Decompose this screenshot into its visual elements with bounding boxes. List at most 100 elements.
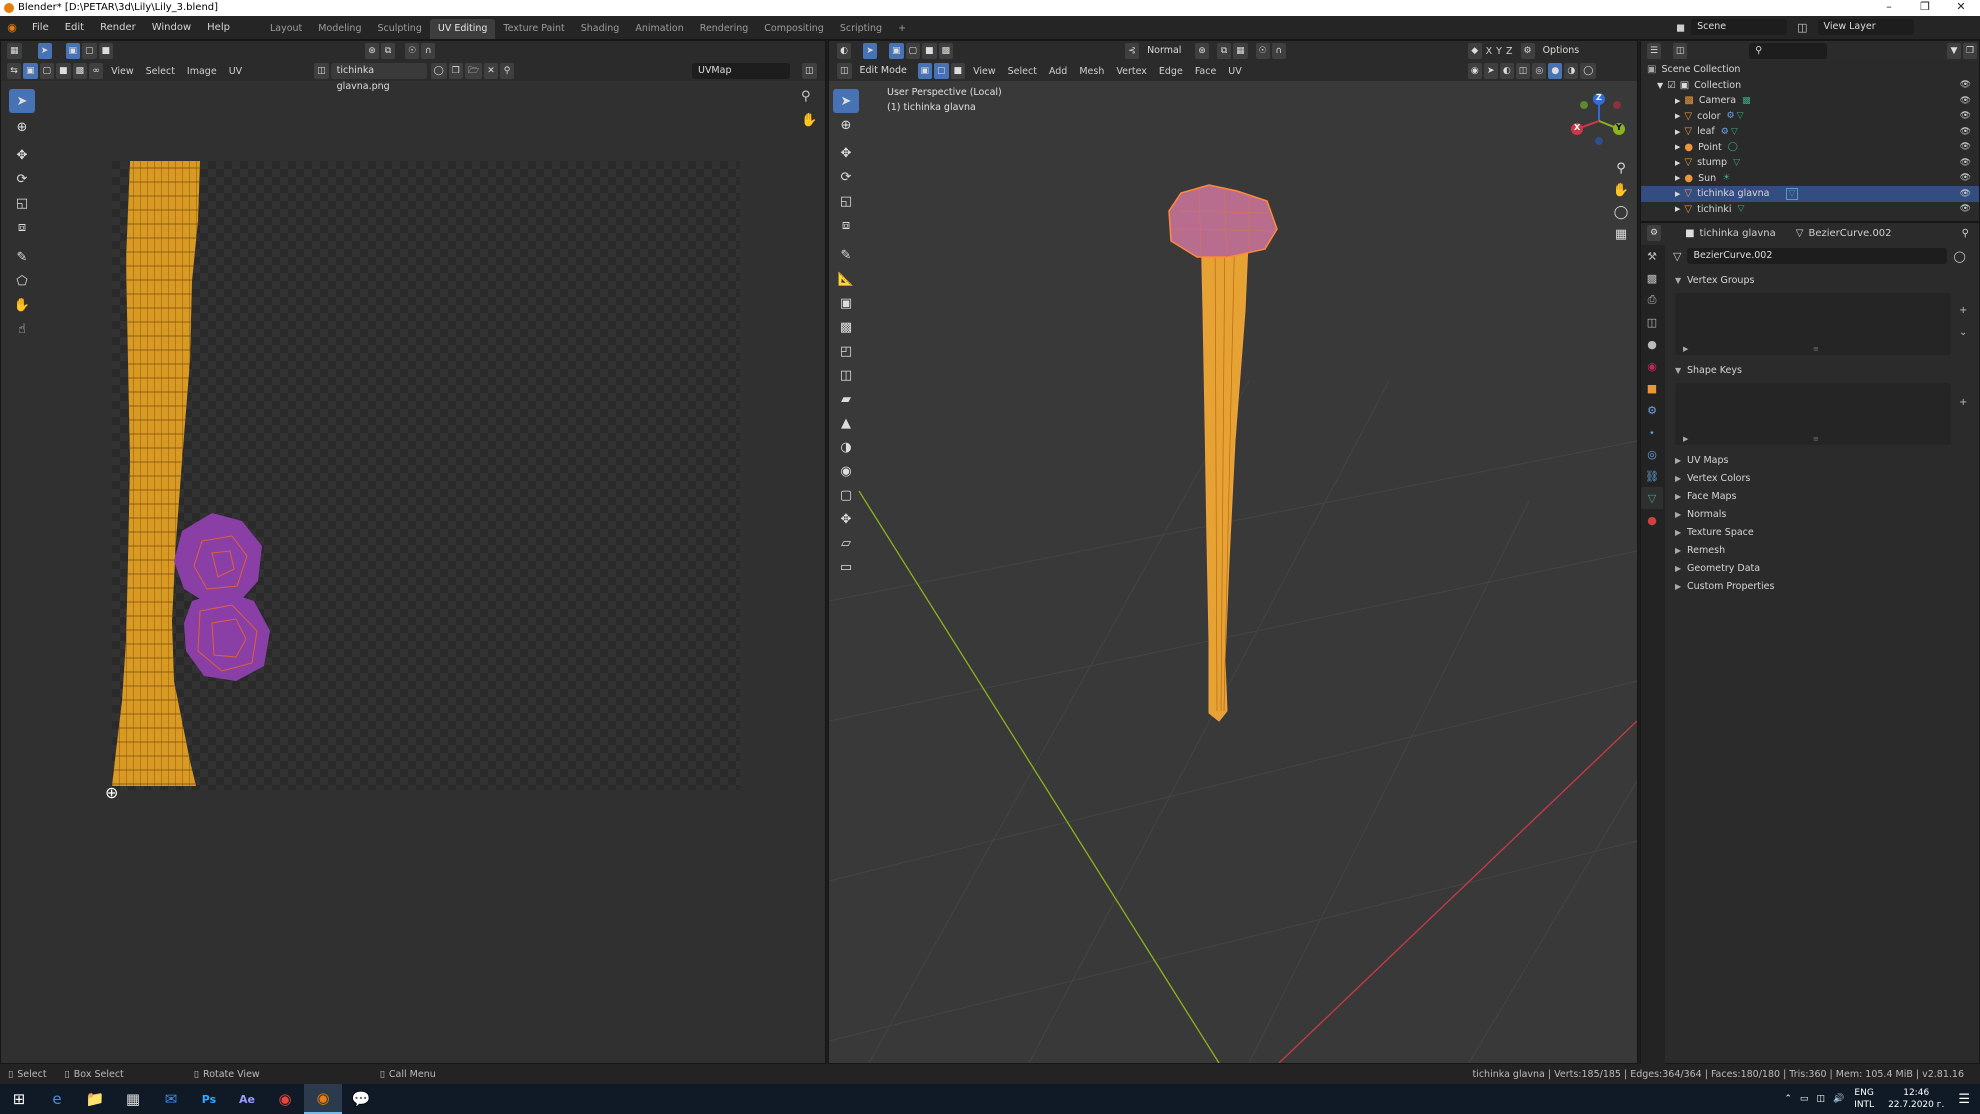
xray-icon[interactable]: ◫ <box>1515 63 1531 79</box>
mesh-data-icon[interactable]: ▽ <box>1737 111 1744 121</box>
mail-icon[interactable]: ✉ <box>152 1084 190 1114</box>
ortho-toggle-icon[interactable]: ▦ <box>1611 223 1631 245</box>
object-tab-icon[interactable]: ■ <box>1641 377 1663 399</box>
uv-vertex-mode-icon[interactable]: ▣ <box>23 63 38 79</box>
panel-vertex-groups[interactable]: ▼ Vertex Groups <box>1667 271 1977 289</box>
options-dropdown[interactable]: Options <box>1536 43 1581 59</box>
mirror-z[interactable]: Z <box>1506 46 1513 57</box>
vp-proportional-icon[interactable]: ☉ <box>1255 43 1270 59</box>
close-button[interactable]: ✕ <box>1938 0 1980 16</box>
windows-start-icon[interactable]: ⊞ <box>0 1084 38 1114</box>
tab-rendering[interactable]: Rendering <box>692 19 757 39</box>
clock[interactable]: 12:46 22.7.2020 г. <box>1888 1087 1944 1111</box>
output-tab-icon[interactable]: ⎙ <box>1641 289 1663 311</box>
vp-menu-add[interactable]: Add <box>1049 66 1067 77</box>
modifier-tab-icon[interactable]: ⚙ <box>1641 399 1663 421</box>
vp-invert-select-icon[interactable]: ▩ <box>938 43 954 59</box>
scene-collection-row[interactable]: ▣ Scene Collection <box>1641 62 1979 78</box>
fake-user-icon[interactable]: ◯ <box>430 63 447 79</box>
outliner-item-color[interactable]: ▶ ▽ color ⚙ ▽ 👁 <box>1641 109 1979 125</box>
after-effects-icon[interactable]: Ae <box>228 1084 266 1114</box>
eye-icon[interactable]: 👁 <box>1960 80 1971 90</box>
shading-render-icon[interactable]: ◯ <box>1580 63 1597 79</box>
tray-chevron-icon[interactable]: ⌃ <box>1784 1094 1792 1104</box>
image-name-field[interactable]: tichinka glavna.png <box>330 63 427 92</box>
photoshop-icon[interactable]: Ps <box>190 1084 228 1114</box>
uv-menu-uv[interactable]: UV <box>229 66 242 77</box>
snap-icon[interactable]: ⧉ <box>381 43 396 59</box>
navigation-gizmo[interactable]: Z Y X <box>1569 91 1629 151</box>
panel-uv-maps[interactable]: ▶ UV Maps <box>1667 451 1977 469</box>
vp-menu-view[interactable]: View <box>973 66 996 77</box>
uv-image-canvas[interactable] <box>112 161 740 790</box>
mesh-data-icon[interactable]: ▽ <box>1731 127 1738 137</box>
world-tab-icon[interactable]: ◉ <box>1641 355 1663 377</box>
vp-menu-face[interactable]: Face <box>1195 66 1216 77</box>
relax-tool-icon[interactable]: ☝ <box>9 317 35 341</box>
sync-selection-icon[interactable]: ⇆ <box>7 63 21 79</box>
vp-pan-icon[interactable]: ✋ <box>1611 179 1631 201</box>
chat-app-icon[interactable]: 💬 <box>342 1084 380 1114</box>
viewport-select-tool-icon[interactable]: ➤ <box>863 43 877 59</box>
outliner-item-camera[interactable]: ▶ ▩ Camera ▩ 👁 <box>1641 93 1979 109</box>
vertex-group-menu-button[interactable]: ⌄ <box>1959 327 1967 338</box>
mode-vertex-icon[interactable]: ▣ <box>917 63 933 79</box>
notifications-icon[interactable]: ☰ <box>1958 1092 1970 1107</box>
vp-face-select-icon[interactable]: ■ <box>922 43 937 59</box>
collection-checkbox[interactable]: ☑ <box>1667 80 1676 91</box>
vp-menu-uv[interactable]: UV <box>1228 66 1241 77</box>
viewport-scene[interactable] <box>829 81 1637 1063</box>
fake-user-shield-icon[interactable]: ◯ <box>1953 250 1965 263</box>
tab-animation[interactable]: Animation <box>627 19 691 39</box>
new-collection-icon[interactable]: ❐ <box>1963 43 1977 59</box>
panel-vertex-colors[interactable]: ▶ Vertex Colors <box>1667 469 1977 487</box>
mode-edge-icon[interactable]: ▢ <box>934 63 949 79</box>
physics-tab-icon[interactable]: ◎ <box>1641 443 1663 465</box>
select-box-tool-icon[interactable]: ➤ <box>9 89 35 113</box>
camera-view-icon[interactable]: ◯ <box>1611 201 1631 223</box>
tab-scripting[interactable]: Scripting <box>832 19 890 39</box>
mirror-x[interactable]: X <box>1486 46 1493 57</box>
datablock-icon[interactable]: ▽ <box>1673 250 1681 263</box>
mesh-data-icon[interactable]: ▽ <box>1738 204 1745 214</box>
eye-icon[interactable]: 👁 <box>1960 189 1971 199</box>
mirror-y[interactable]: Y <box>1496 46 1502 57</box>
render-tab-icon[interactable]: ▩ <box>1641 267 1663 289</box>
tray-volume-icon[interactable]: 🔊 <box>1833 1094 1844 1104</box>
mode-icon[interactable]: ◫ <box>837 63 852 79</box>
outliner-search-input[interactable]: ⚲ <box>1749 43 1827 59</box>
tab-compositing[interactable]: Compositing <box>756 19 832 39</box>
gizmo-toggle-icon[interactable]: ➤ <box>1483 63 1498 79</box>
outliner-item-tichinka-glavna[interactable]: ▶ ▽ tichinka glavna ▽ 👁 <box>1641 186 1979 202</box>
panel-texture-space[interactable]: ▶ Texture Space <box>1667 523 1977 541</box>
vp-menu-edge[interactable]: Edge <box>1159 66 1183 77</box>
mesh-data-icon[interactable]: ▽ <box>1785 187 1799 200</box>
modifier-icon[interactable]: ⚙ <box>1727 111 1735 121</box>
select-tool-icon[interactable]: ➤ <box>37 43 52 59</box>
panel-face-maps[interactable]: ▶ Face Maps <box>1667 487 1977 505</box>
eye-icon[interactable]: 👁 <box>1960 173 1971 183</box>
open-image-icon[interactable]: 🗁 <box>464 63 482 79</box>
scale-tool-icon[interactable]: ◱ <box>9 191 35 215</box>
material-tab-icon[interactable]: ● <box>1641 509 1663 531</box>
eye-icon[interactable]: 👁 <box>1960 127 1971 137</box>
tab-layout[interactable]: Layout <box>262 19 310 39</box>
2d-cursor-icon[interactable]: ⊕ <box>105 783 118 802</box>
vp-snap-icon[interactable]: ⧉ <box>1217 43 1232 59</box>
sun-data-icon[interactable]: ☀ <box>1722 173 1730 183</box>
panel-normals[interactable]: ▶ Normals <box>1667 505 1977 523</box>
blender-taskbar-icon[interactable]: ◉ <box>304 1084 342 1114</box>
vp-vertex-select-icon[interactable]: ▣ <box>889 43 904 59</box>
vp-pivot-icon[interactable]: ⊛ <box>1195 43 1210 59</box>
data-tab-icon[interactable]: ▽ <box>1641 487 1663 509</box>
uv-map-field[interactable]: UVMap <box>691 63 790 79</box>
add-vertex-group-button[interactable]: + <box>1959 305 1967 316</box>
vp-snap-target-icon[interactable]: ▦ <box>1233 43 1248 59</box>
panel-shape-keys[interactable]: ▼ Shape Keys <box>1667 361 1977 379</box>
modifier-icon[interactable]: ⚙ <box>1721 127 1729 137</box>
mirror-icon[interactable]: ◆ <box>1467 43 1482 59</box>
mode-face-icon[interactable]: ■ <box>950 63 966 79</box>
shading-material-icon[interactable]: ◑ <box>1564 63 1579 79</box>
list-resize-handle[interactable]: ≡ <box>1813 345 1819 353</box>
panel-remesh[interactable]: ▶ Remesh <box>1667 541 1977 559</box>
